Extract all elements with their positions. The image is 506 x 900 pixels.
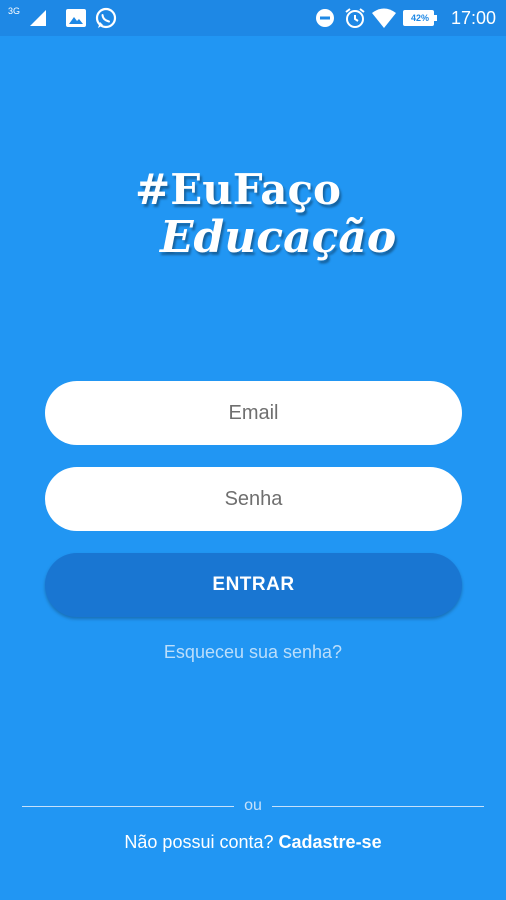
dnd-icon bbox=[315, 0, 335, 36]
app-logo: #EuFaço Educação bbox=[0, 160, 506, 280]
image-icon bbox=[66, 0, 86, 36]
battery-icon: 42% bbox=[403, 0, 437, 36]
login-button[interactable]: ENTRAR bbox=[45, 553, 462, 617]
whatsapp-icon bbox=[95, 0, 117, 36]
clock: 17:00 bbox=[450, 7, 496, 28]
battery-percent: 42% bbox=[410, 13, 429, 23]
signal-icon bbox=[30, 0, 48, 36]
divider-line-left bbox=[22, 806, 234, 807]
signup-link[interactable]: Cadastre-se bbox=[279, 832, 382, 852]
alarm-icon bbox=[344, 0, 366, 36]
network-type-label: 3G bbox=[8, 6, 21, 16]
signup-prompt: Não possui conta? bbox=[124, 832, 274, 852]
email-field[interactable] bbox=[45, 381, 462, 445]
signup-row: Não possui conta? Cadastre-se bbox=[0, 832, 506, 853]
logo-education-text: Educação bbox=[160, 212, 397, 263]
logo-hashtag-text: #EuFaço bbox=[135, 165, 342, 214]
divider-line-right bbox=[272, 806, 484, 807]
password-field[interactable] bbox=[45, 467, 462, 531]
forgot-password-link[interactable]: Esqueceu sua senha? bbox=[0, 642, 506, 663]
wifi-icon bbox=[372, 0, 396, 36]
status-bar: 3G 42% 17:00 bbox=[0, 0, 506, 36]
divider-or-text: ou bbox=[244, 797, 262, 814]
